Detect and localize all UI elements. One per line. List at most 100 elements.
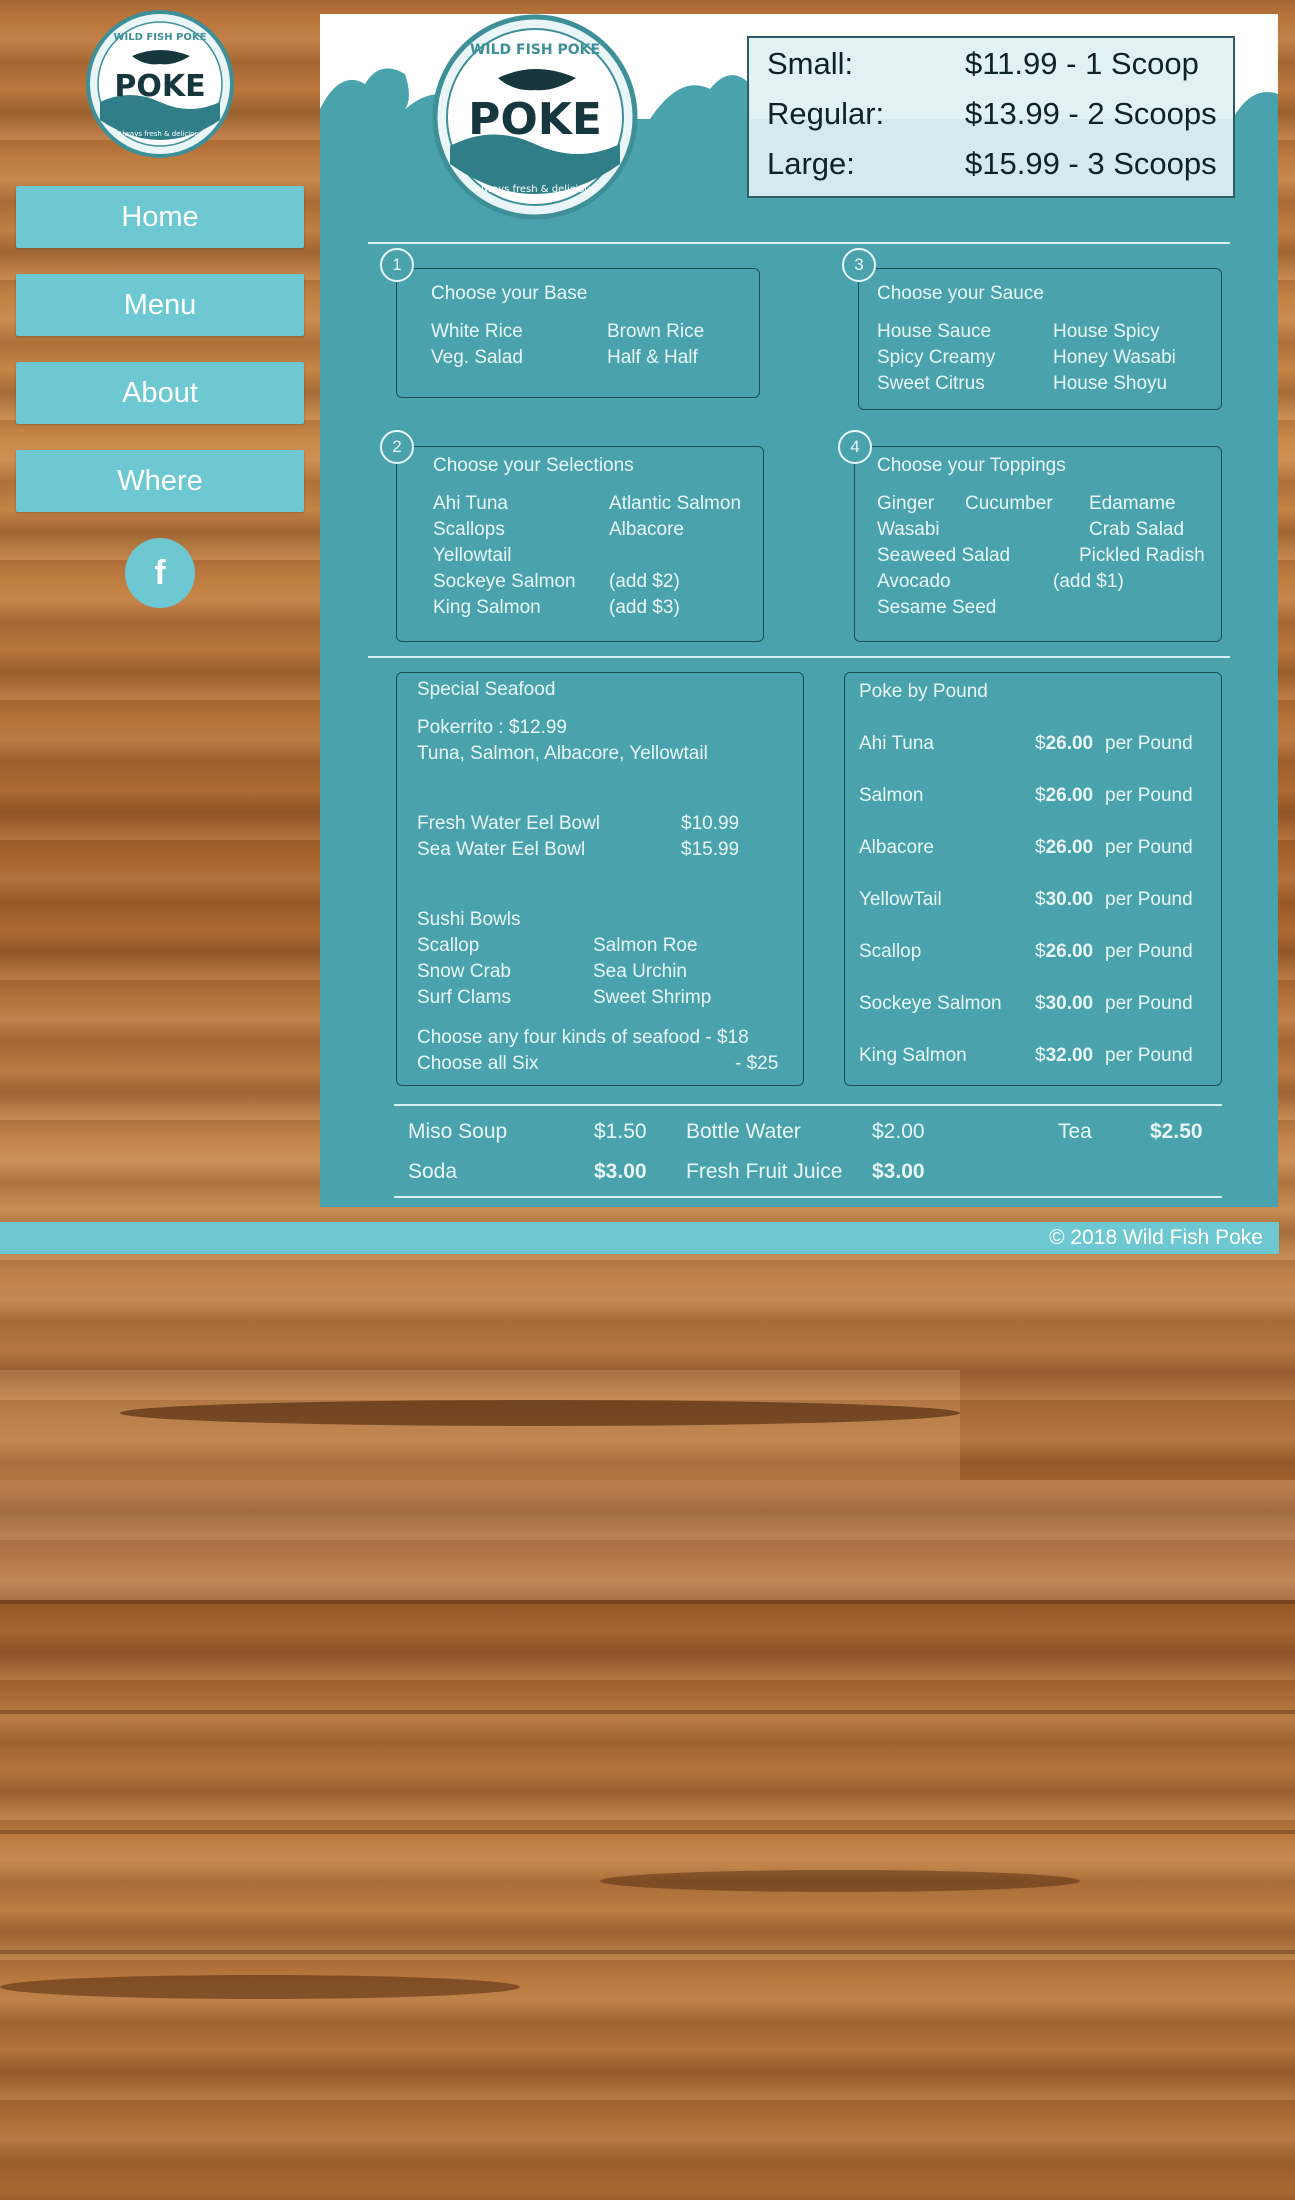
option: House Spicy [1053,321,1160,342]
logo-large-top-text: WILD FISH POKE [470,42,600,58]
pound-unit: per Pound [1105,837,1193,858]
option: House Sauce [877,321,992,342]
size-label: Large: [767,146,855,181]
pound-unit: per Pound [1105,941,1193,962]
pound-item-price: $26.00 [1035,941,1094,962]
size-price: $15.99 - 3 Scoops [965,146,1217,181]
size-label: Regular: [767,96,885,131]
option-surcharge: (add $2) [609,571,680,592]
size-label: Small: [767,46,854,81]
option: Wasabi [877,519,940,540]
step-title: Choose your Base [431,283,588,304]
menu-board: POKE WILD FISH POKE Always fresh & delic… [320,14,1278,1207]
option: Sesame Seed [877,597,997,618]
option: Surf Clams [417,987,511,1008]
brand-logo[interactable]: POKE WILD FISH POKE Always fresh & delic… [86,10,234,158]
pound-item-name: Salmon [859,785,924,806]
pound-unit: per Pound [1105,1045,1193,1066]
drink-price: $1.50 [594,1120,647,1143]
eel-bowl-price: $10.99 [681,813,740,834]
pound-price-value: 30.00 [1045,889,1094,910]
option: Yellowtail [433,545,512,566]
facebook-icon[interactable]: f [125,538,195,608]
size-price: $11.99 - 1 Scoop [965,46,1199,81]
pound-unit: per Pound [1105,889,1193,910]
divider [368,242,1230,244]
sidebar: POKE WILD FISH POKE Always fresh & delic… [0,0,320,1220]
option: Sweet Shrimp [593,987,712,1008]
pound-item-price: $32.00 [1035,1045,1094,1066]
eel-bowl-name: Fresh Water Eel Bowl [417,813,601,834]
size-price: $13.99 - 2 Scoops [965,96,1217,131]
drink-price: $2.50 [1150,1120,1203,1143]
combo-four-price: Choose any four kinds of seafood - $18 [417,1027,749,1048]
option: Salmon Roe [593,935,698,956]
pound-item-name: Albacore [859,837,934,858]
pound-item-name: YellowTail [859,889,942,910]
poke-by-pound-box: Poke by Pound Ahi Tuna $26.00 per Pound … [844,672,1222,1086]
size-price-box: Small: $11.99 - 1 Scoop Regular: $13.99 … [747,36,1235,198]
brand-logo-large: POKE WILD FISH POKE Always fresh & delic… [432,14,638,220]
pound-item-price: $26.00 [1035,785,1094,806]
drink-name: Soda [408,1160,458,1183]
footer-bar: © 2018 Wild Fish Poke [0,1222,1279,1254]
drink-name: Fresh Fruit Juice [686,1160,843,1183]
option: Snow Crab [417,961,511,982]
option: Scallops [433,519,505,540]
pokerrito-price: Pokerrito : $12.99 [417,717,567,738]
divider [368,656,1230,658]
special-seafood-box: Special Seafood Pokerrito : $12.99 Tuna,… [396,672,804,1086]
step-number-badge: 4 [838,430,872,464]
drink-name: Bottle Water [686,1120,801,1143]
pound-price-value: 32.00 [1045,1045,1094,1066]
pound-price-value: 26.00 [1045,733,1094,754]
option: House Shoyu [1053,373,1168,394]
pound-item-price: $30.00 [1035,993,1094,1014]
nav-about-button[interactable]: About [16,362,304,424]
eel-bowl-price: $15.99 [681,839,740,860]
option: Edamame [1089,493,1176,514]
combo-all-price: - $25 [735,1053,779,1074]
option: Crab Salad [1089,519,1185,540]
step-sauce-box: Choose your Sauce House Sauce Spicy Crea… [858,268,1222,410]
section-title: Special Seafood [417,679,556,700]
pound-unit: per Pound [1105,785,1193,806]
option: Atlantic Salmon [609,493,742,514]
nav-where-button[interactable]: Where [16,450,304,512]
option: Honey Wasabi [1053,347,1176,368]
pound-unit: per Pound [1105,993,1193,1014]
drink-name: Miso Soup [408,1120,508,1143]
option: Ginger [877,493,935,514]
drink-price: $2.00 [872,1120,925,1143]
pound-price-value: 26.00 [1045,837,1094,858]
pound-item-name: Ahi Tuna [859,733,934,754]
nav-home-button[interactable]: Home [16,186,304,248]
option: Brown Rice [607,321,705,342]
step-toppings-box: Choose your Toppings Ginger Cucumber Eda… [854,446,1222,642]
logo-top-text: WILD FISH POKE [114,32,207,43]
drink-price: $3.00 [594,1160,647,1183]
logo-tagline: Always fresh & delicious [117,130,202,138]
pound-item-name: Sockeye Salmon [859,993,1002,1014]
pound-item-price: $30.00 [1035,889,1094,910]
option: Albacore [609,519,684,540]
drink-price: $3.00 [872,1160,925,1183]
pokerrito-description: Tuna, Salmon, Albacore, Yellowtail [417,743,708,764]
copyright-text: © 2018 Wild Fish Poke [1049,1226,1263,1249]
eel-bowl-name: Sea Water Eel Bowl [417,839,586,860]
divider [394,1104,1222,1106]
option: Spicy Creamy [877,347,996,368]
pound-price-value: 26.00 [1045,941,1094,962]
option: Sea Urchin [593,961,687,982]
option: Scallop [417,935,480,956]
step-number-badge: 1 [380,248,414,282]
step-number-badge: 3 [842,248,876,282]
option: Sweet Citrus [877,373,985,394]
step-selections-box: Choose your Selections Ahi Tuna Scallops… [396,446,764,642]
nav-menu-button[interactable]: Menu [16,274,304,336]
step-title: Choose your Toppings [877,455,1066,476]
step-number-badge: 2 [380,430,414,464]
pound-price-value: 26.00 [1045,785,1094,806]
option: White Rice [431,321,523,342]
option-surcharge: (add $1) [1053,571,1124,592]
